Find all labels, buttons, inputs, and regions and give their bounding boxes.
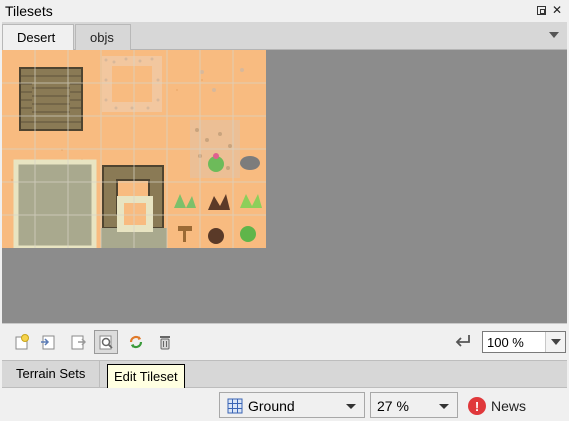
tileset-view[interactable] — [2, 50, 567, 323]
tileset-zoom-value: 100 % — [487, 335, 524, 350]
tileset-toolbar: 100 % — [2, 323, 567, 359]
map-zoom-value: 27 % — [377, 398, 409, 414]
tileset-zoom-dropdown-button[interactable] — [545, 332, 565, 352]
chevron-down-icon — [551, 339, 561, 345]
news-alert-icon: ! — [468, 397, 486, 415]
tileset-zoom-combo[interactable]: 100 % — [482, 331, 566, 353]
edit-tileset-icon[interactable] — [94, 330, 118, 354]
panel-title: Tilesets — [5, 3, 53, 19]
tab-terrain-sets[interactable]: Terrain Sets — [2, 361, 101, 387]
layer-select[interactable]: Ground — [219, 392, 365, 418]
tileset-tabbar: Desert objs — [2, 22, 567, 50]
status-bar: Ground 27 % ! News — [0, 388, 569, 421]
news-button[interactable]: ! News — [468, 396, 526, 416]
chevron-down-icon — [439, 404, 449, 409]
map-zoom-select[interactable]: 27 % — [370, 392, 458, 418]
layer-select-value: Ground — [248, 398, 295, 414]
close-icon[interactable]: ✕ — [550, 3, 564, 17]
wrap-icon[interactable] — [454, 333, 472, 349]
tab-objs[interactable]: objs — [75, 24, 131, 50]
tab-desert[interactable]: Desert — [2, 24, 74, 50]
panel-titlebar: Tilesets ✕ — [0, 0, 569, 22]
tab-list-dropdown-icon[interactable] — [549, 32, 559, 38]
new-tileset-icon[interactable] — [10, 330, 34, 354]
export-tileset-icon[interactable] — [66, 330, 90, 354]
pebble-path-tile — [102, 56, 162, 112]
chevron-down-icon — [346, 404, 356, 409]
import-tileset-icon[interactable] — [36, 330, 60, 354]
news-label: News — [491, 398, 527, 414]
replace-tileset-icon[interactable] — [124, 330, 148, 354]
terrain-tabbar: Terrain Sets — [2, 360, 567, 388]
float-window-icon[interactable] — [534, 3, 548, 17]
tile-layer-icon — [227, 398, 243, 414]
tooltip: Edit Tileset — [107, 364, 185, 390]
tileset-image[interactable] — [2, 50, 266, 248]
delete-tileset-icon[interactable] — [153, 330, 177, 354]
brick-wall-tile — [19, 67, 83, 131]
